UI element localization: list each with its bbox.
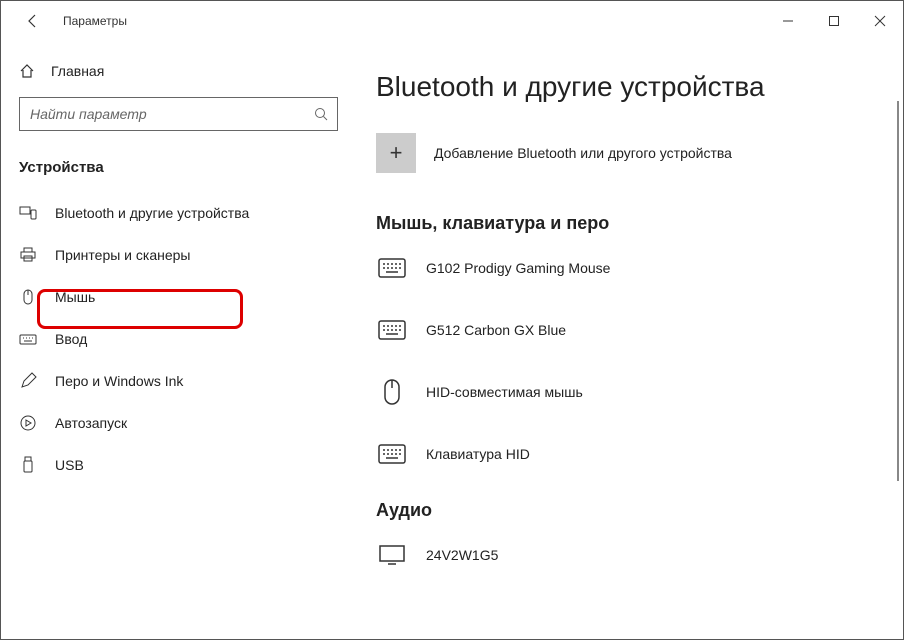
sidebar-item-label: Мышь [55,289,95,305]
sidebar-item-label: Принтеры и сканеры [55,247,190,263]
autoplay-icon [19,414,37,432]
sidebar-item-label: USB [55,457,84,473]
devices-icon [19,204,37,222]
device-name: 24V2W1G5 [426,547,498,563]
sidebar-item-autoplay[interactable]: Автозапуск [1,402,356,444]
sidebar-item-label: Ввод [55,331,87,347]
sidebar-section-header: Устройства [1,149,356,192]
add-device-button[interactable]: + Добавление Bluetooth или другого устро… [376,133,883,173]
sidebar-home[interactable]: Главная [1,53,356,89]
titlebar: Параметры [1,1,903,41]
minimize-button[interactable] [765,1,811,41]
back-button[interactable] [13,1,53,41]
mouse-icon [19,288,37,306]
sidebar-item-label: Перо и Windows Ink [55,373,183,389]
device-row[interactable]: HID-совместимая мышь [376,376,883,408]
sidebar-item-bluetooth[interactable]: Bluetooth и другие устройства [1,192,356,234]
device-name: G512 Carbon GX Blue [426,322,566,338]
keyboard-icon [376,314,408,346]
device-row[interactable]: Клавиатура HID [376,438,883,470]
section-title-audio: Аудио [376,500,883,521]
sidebar-item-mouse[interactable]: Мышь [1,276,356,318]
sidebar-item-pen[interactable]: Перо и Windows Ink [1,360,356,402]
add-device-label: Добавление Bluetooth или другого устройс… [434,145,732,161]
keyboard-icon [376,438,408,470]
keyboard-icon [19,330,37,348]
device-row[interactable]: G512 Carbon GX Blue [376,314,883,346]
device-row[interactable]: 24V2W1G5 [376,539,883,571]
usb-icon [19,456,37,474]
sidebar: Главная Устройства Bluetooth и другие ус… [1,41,356,639]
pen-icon [19,372,37,390]
plus-icon: + [376,133,416,173]
scrollbar[interactable] [897,101,899,481]
device-name: G102 Prodigy Gaming Mouse [426,260,610,276]
sidebar-item-label: Bluetooth и другие устройства [55,205,249,221]
mouse-icon [376,376,408,408]
maximize-button[interactable] [811,1,857,41]
sidebar-home-label: Главная [51,63,104,79]
sidebar-item-label: Автозапуск [55,415,127,431]
window-controls [765,1,903,41]
search-input[interactable] [19,97,338,131]
device-name: Клавиатура HID [426,446,530,462]
content-area: Bluetooth и другие устройства + Добавлен… [356,41,903,639]
search-box [19,97,338,131]
sidebar-item-usb[interactable]: USB [1,444,356,486]
sidebar-item-printers[interactable]: Принтеры и сканеры [1,234,356,276]
close-button[interactable] [857,1,903,41]
window-title: Параметры [63,14,127,28]
device-row[interactable]: G102 Prodigy Gaming Mouse [376,252,883,284]
search-icon [314,107,328,121]
printer-icon [19,246,37,264]
sidebar-item-typing[interactable]: Ввод [1,318,356,360]
page-title: Bluetooth и другие устройства [376,71,883,103]
device-name: HID-совместимая мышь [426,384,583,400]
section-title-peripherals: Мышь, клавиатура и перо [376,213,883,234]
home-icon [19,63,35,79]
keyboard-icon [376,252,408,284]
monitor-icon [376,539,408,571]
